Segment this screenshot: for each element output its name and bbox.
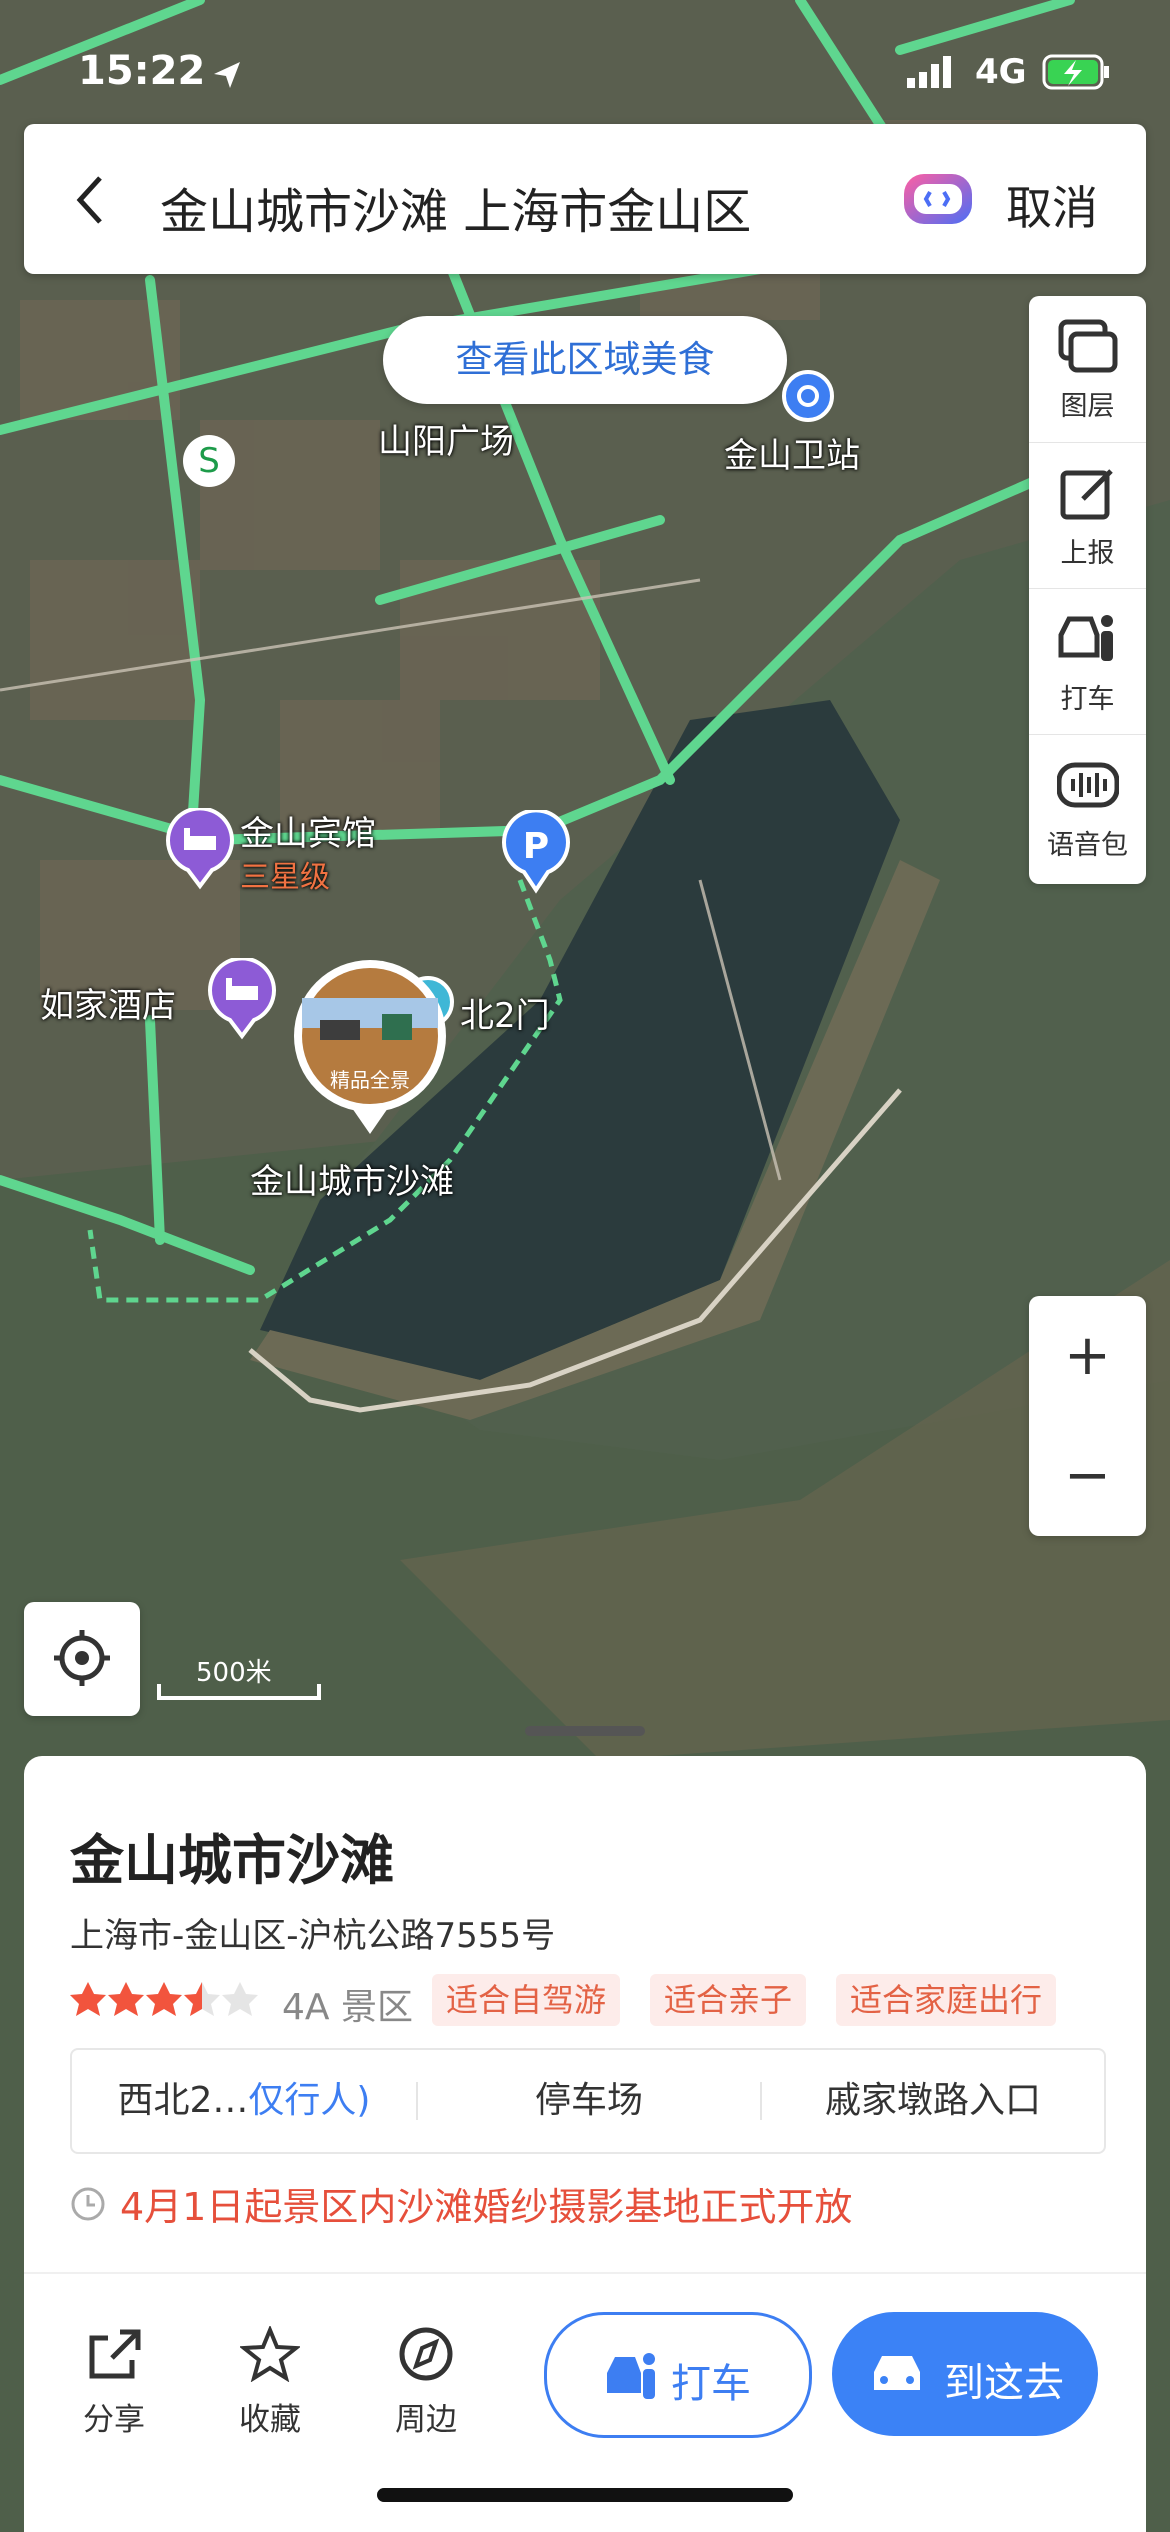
search-bar[interactable]: 金山城市沙滩 上海市金山区 取消 [24, 124, 1146, 274]
poi-label-station[interactable]: 金山卫站 [724, 428, 860, 477]
status-bar: 15:22 4G [0, 40, 1170, 110]
taxi-icon [607, 2353, 655, 2399]
hotel-pin-icon[interactable] [164, 808, 236, 890]
panorama-bubble[interactable]: 精品全景 [290, 958, 450, 1138]
map-tool-panel: 图层 上报 打车 语音包 [1029, 296, 1146, 884]
layers-icon [1058, 319, 1118, 373]
tool-label: 打车 [1060, 684, 1115, 715]
hotel-pin-icon[interactable] [206, 958, 278, 1040]
drag-handle[interactable] [525, 1726, 645, 1736]
nearby-food-button[interactable]: 查看此区域美食 [383, 316, 787, 404]
star-filled [108, 1982, 144, 2016]
action-label: 周边 [395, 2402, 457, 2438]
signal-icon [907, 56, 951, 88]
locate-button[interactable] [24, 1602, 140, 1716]
poi-label-square[interactable]: 山阳广场 [378, 414, 514, 463]
action-label: 分享 [83, 2402, 145, 2438]
svg-text:S: S [198, 441, 220, 481]
tool-label: 图层 [1060, 391, 1115, 422]
star-filled [70, 1982, 106, 2016]
favorite-button[interactable]: 收藏 [210, 2324, 330, 2439]
entrance-note: 仅行人) [248, 2080, 371, 2121]
home-indicator[interactable] [377, 2488, 793, 2502]
entrance-list: 西北2…仅行人) 停车场 戚家墩路入口 [70, 2048, 1106, 2154]
action-label: 收藏 [239, 2402, 301, 2438]
taxi-tool-button[interactable]: 打车 [1029, 588, 1146, 735]
locate-icon [54, 1630, 110, 1686]
parking-pin-icon[interactable]: P [500, 810, 572, 894]
tag-parent-child: 适合亲子 [650, 1974, 807, 2026]
clock-icon [71, 2187, 105, 2221]
taxi-icon [1058, 615, 1113, 661]
battery-icon [1042, 54, 1109, 90]
divider [24, 2272, 1146, 2274]
taxi-label: 打车 [671, 2361, 751, 2407]
star-icon [238, 2324, 302, 2383]
assistant-icon[interactable] [900, 170, 976, 228]
poi-label-hotel2[interactable]: 如家酒店 [40, 978, 176, 1027]
poi-label-gate[interactable]: 北2门 [460, 988, 550, 1037]
poi-label-beach[interactable]: 金山城市沙滩 [250, 1154, 454, 1203]
tool-label: 语音包 [1047, 830, 1128, 861]
status-time: 15:22 [78, 48, 206, 94]
metro-logo-icon[interactable]: S [180, 432, 238, 490]
scale-bar [157, 1684, 321, 1700]
entrance-parking[interactable]: 停车场 [418, 2050, 760, 2152]
back-icon[interactable] [70, 172, 110, 228]
location-arrow-icon [214, 62, 240, 88]
layers-button[interactable]: 图层 [1029, 296, 1146, 442]
entrance-text: 西北2… [117, 2080, 249, 2121]
taxi-button[interactable]: 打车 [544, 2312, 812, 2438]
poi-label-hotel1[interactable]: 金山宾馆 [240, 806, 376, 855]
go-label: 到这去 [944, 2360, 1064, 2406]
notice-text[interactable]: 4月1日起景区内沙滩婚纱摄影基地正式开放 [120, 2176, 852, 2231]
zoom-out-button[interactable]: − [1029, 1416, 1146, 1536]
panorama-thumbnail [294, 960, 446, 1134]
report-button[interactable]: 上报 [1029, 442, 1146, 589]
hotel1-grade: 三星级 [240, 860, 330, 895]
tag-self-drive: 适合自驾游 [432, 1974, 621, 2026]
cancel-button[interactable]: 取消 [1006, 172, 1098, 238]
report-icon [1060, 469, 1113, 520]
voice-icon [1057, 762, 1119, 808]
tag-family-trip: 适合家庭出行 [836, 1974, 1057, 2026]
place-detail-card[interactable]: 金山城市沙滩 上海市-金山区-沪杭公路7555号 4A 景区 适合自驾游 适合亲… [24, 1726, 1146, 2532]
nearby-button[interactable]: 周边 [366, 2326, 486, 2439]
share-icon [89, 2329, 141, 2379]
voice-pack-button[interactable]: 语音包 [1029, 734, 1146, 881]
network-type: 4G [975, 52, 1027, 92]
zoom-control: + − [1029, 1296, 1146, 1536]
place-address: 上海市-金山区-沪杭公路7555号 [70, 1916, 556, 1956]
search-query[interactable]: 金山城市沙滩 上海市金山区 [160, 172, 751, 242]
panorama-label: 精品全景 [330, 1068, 410, 1092]
zoom-in-button[interactable]: + [1029, 1296, 1146, 1416]
place-title: 金山城市沙滩 [70, 1829, 394, 1892]
car-icon [874, 2356, 920, 2390]
svg-text:P: P [523, 826, 549, 867]
tool-label: 上报 [1060, 538, 1115, 569]
map-scale: 500米 [156, 1652, 322, 1704]
entrance-northwest[interactable]: 西北2…仅行人) [72, 2050, 416, 2152]
go-here-button[interactable]: 到这去 [832, 2312, 1098, 2436]
share-button[interactable]: 分享 [54, 2326, 174, 2439]
metro-station-icon[interactable] [780, 368, 836, 428]
scenic-level: 4A 景区 [282, 1987, 413, 2028]
entrance-qijiadun[interactable]: 戚家墩路入口 [762, 2050, 1104, 2152]
compass-icon [399, 2327, 453, 2381]
star-empty [222, 1982, 258, 2016]
star-filled [146, 1982, 182, 2016]
star-rating [70, 1982, 258, 2016]
